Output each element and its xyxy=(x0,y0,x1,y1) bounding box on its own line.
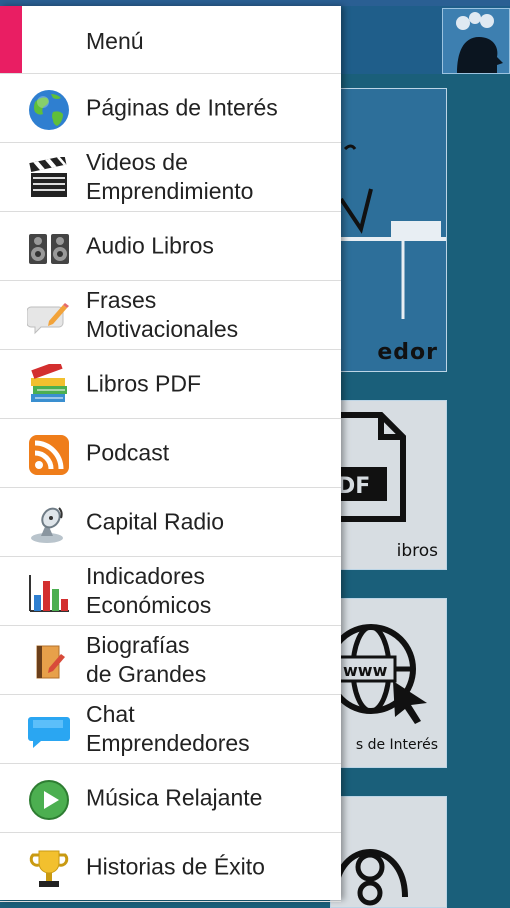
svg-text:DF: DF xyxy=(337,474,370,499)
desk-illustration-icon xyxy=(339,144,446,319)
header-logo[interactable] xyxy=(442,8,510,74)
menu-item-chat-emprendedores[interactable]: Chat Emprendedores xyxy=(0,695,341,764)
drawer-header: Menú xyxy=(0,6,341,74)
tile-label: edor xyxy=(377,340,438,365)
menu-item-musica-relajante[interactable]: Música Relajante xyxy=(0,764,341,833)
trophy-icon xyxy=(29,850,69,887)
speakers-icon xyxy=(29,234,69,264)
pdf-file-icon: DF xyxy=(331,412,406,522)
menu-item-label: Chat Emprendedores xyxy=(86,701,250,756)
clapperboard-icon xyxy=(29,157,67,197)
tile-label: s de Interés xyxy=(355,737,438,753)
menu-item-libros-pdf[interactable]: Libros PDF xyxy=(0,350,341,419)
radio-antenna-icon xyxy=(31,507,63,543)
bar-chart-icon xyxy=(29,575,69,612)
menu-item-label: Capital Radio xyxy=(86,508,225,535)
menu-item-paginas-de-interes[interactable]: Páginas de Interés xyxy=(0,74,341,143)
accent-bar xyxy=(0,6,22,73)
menu-item-capital-radio[interactable]: Capital Radio xyxy=(0,488,341,557)
menu-item-audio-libros[interactable]: Audio Libros xyxy=(0,212,341,281)
menu-item-videos-de-emprendimiento[interactable]: Videos de Emprendimiento xyxy=(0,143,341,212)
books-icon xyxy=(31,364,67,402)
chat-bubble-icon xyxy=(28,717,70,748)
notebook-pencil-icon xyxy=(36,645,65,679)
tile-libros[interactable]: DF ibros xyxy=(330,400,447,570)
globe-cursor-icon: www xyxy=(331,624,427,724)
play-circle-icon xyxy=(29,780,69,820)
drawer-title: Menú xyxy=(86,28,144,54)
globe-icon xyxy=(29,90,69,130)
menu-item-label: Biografías de Grandes xyxy=(86,632,207,687)
rss-icon xyxy=(29,435,69,475)
menu-item-frases-motivacionales[interactable]: Frases Motivacionales xyxy=(0,281,341,350)
tile-paginas[interactable]: www s de Interés xyxy=(330,598,447,768)
tile-emprendedor[interactable]: edor xyxy=(330,88,447,372)
thinking-head-icon xyxy=(456,12,503,73)
menu-item-label: Audio Libros xyxy=(86,232,214,259)
menu-item-indicadores-economicos[interactable]: Indicadores Económicos xyxy=(0,557,341,626)
menu-item-label: Videos de Emprendimiento xyxy=(86,149,254,204)
menu-item-label: Música Relajante xyxy=(86,784,263,811)
menu-item-historias-de-exito[interactable]: Historias de Éxito xyxy=(0,833,341,902)
speech-bubble-pencil-icon xyxy=(27,303,69,335)
menu-item-label: Podcast xyxy=(86,439,170,466)
menu-item-biografias-de-grandes[interactable]: Biografías de Grandes xyxy=(0,626,341,695)
menu-item-label: Páginas de Interés xyxy=(86,94,278,121)
tile-label: ibros xyxy=(396,541,438,561)
menu-item-label: Libros PDF xyxy=(86,370,202,397)
menu-item-label: Historias de Éxito xyxy=(86,853,265,880)
navigation-drawer: Menú Páginas de Interés Videos de Empren… xyxy=(0,6,341,902)
menu-item-label: Indicadores Económicos xyxy=(86,563,212,618)
tile-podcast[interactable] xyxy=(330,796,447,908)
menu-item-podcast[interactable]: Podcast xyxy=(0,419,341,488)
svg-text:www: www xyxy=(343,661,388,680)
menu-item-label: Frases Motivacionales xyxy=(86,287,239,342)
headphones-icon xyxy=(332,849,408,906)
